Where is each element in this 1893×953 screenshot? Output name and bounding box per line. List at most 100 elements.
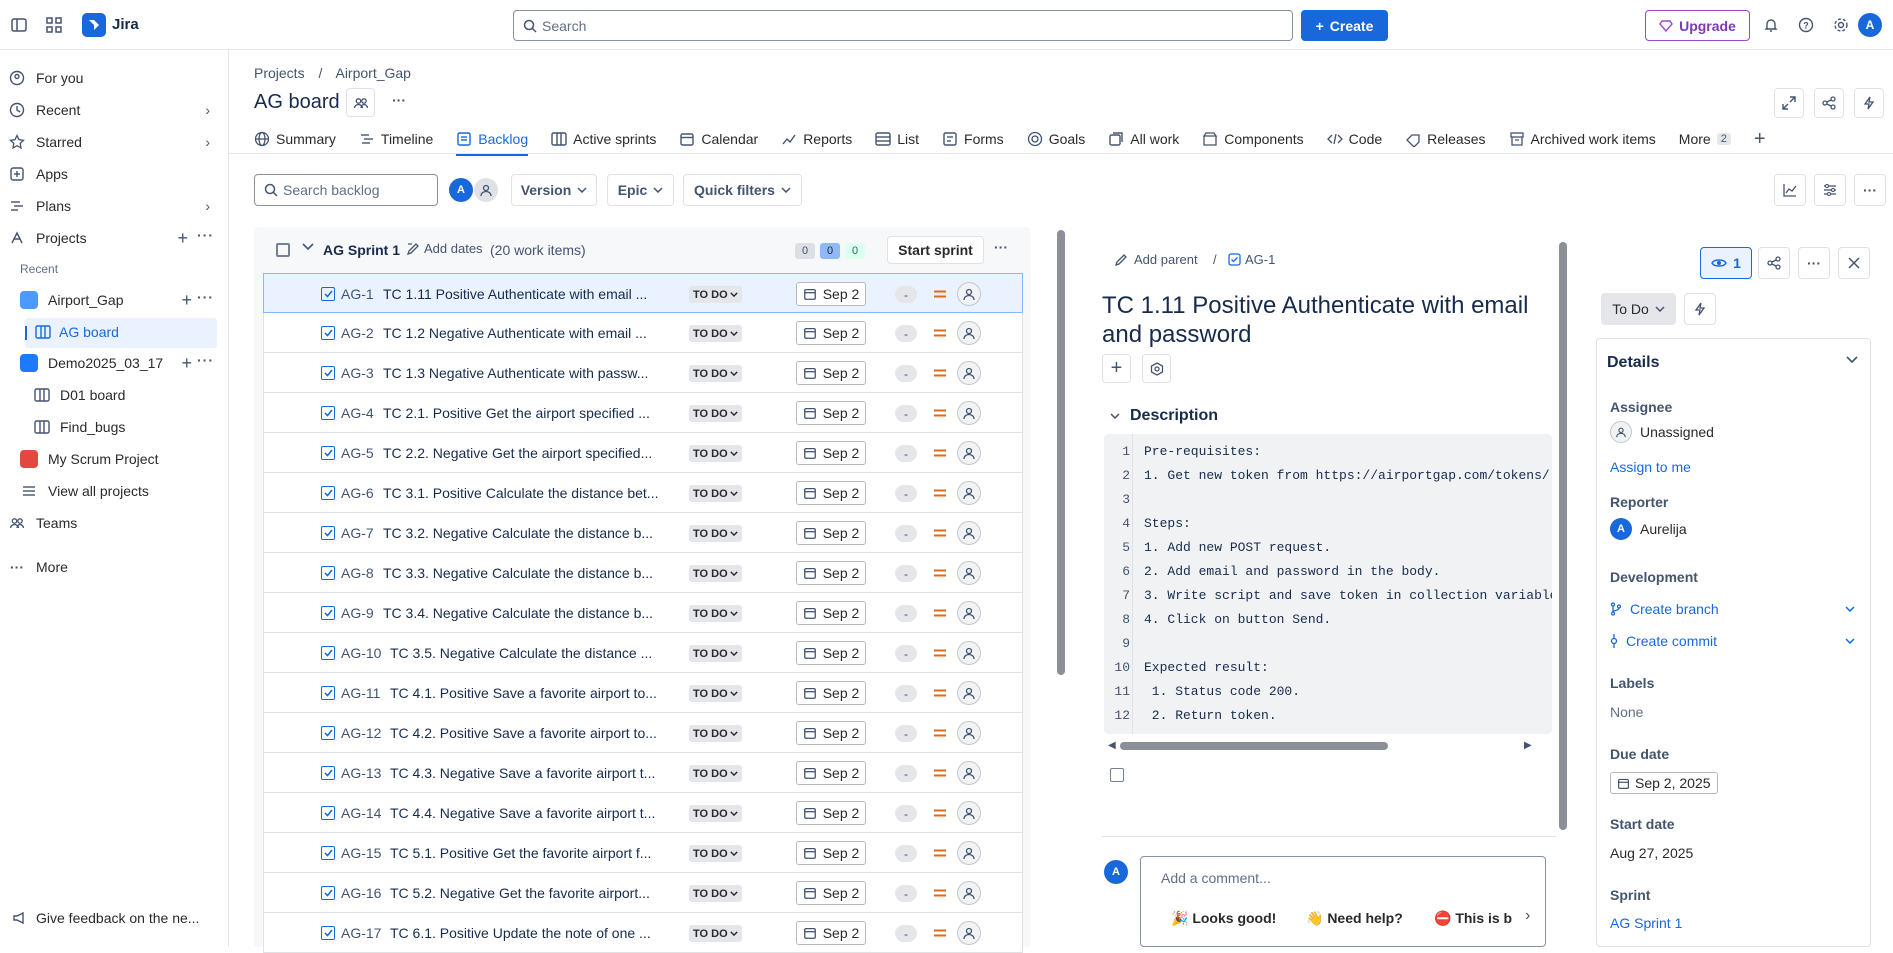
priority-medium-icon[interactable] (932, 765, 948, 781)
sidebar-item-projects[interactable]: Projects + ··· (8, 223, 218, 253)
table-row[interactable]: AG-3 TC 1.3 Negative Authenticate with pa… (263, 353, 1023, 393)
description-header[interactable]: Description (1110, 407, 1218, 425)
table-row[interactable]: AG-7 TC 3.2. Negative Calculate the dista… (263, 513, 1023, 553)
global-search[interactable] (513, 10, 1293, 41)
create-commit-link[interactable]: Create commit (1610, 633, 1855, 649)
share-button[interactable] (1758, 247, 1790, 279)
chevron-right-icon[interactable]: › (205, 198, 210, 214)
priority-medium-icon[interactable] (932, 845, 948, 861)
priority-medium-icon[interactable] (932, 685, 948, 701)
tab-list[interactable]: List (875, 126, 930, 152)
table-row[interactable]: AG-4 TC 2.1. Positive Get the airport spe… (263, 393, 1023, 433)
chevron-down-icon[interactable] (302, 243, 314, 251)
due-date-field[interactable]: Sep 2 (796, 761, 866, 785)
due-date-field[interactable]: Sep 2 (796, 401, 866, 425)
assignee-avatar[interactable] (957, 321, 981, 345)
add-dates-button[interactable]: Add dates (406, 241, 483, 256)
work-item-summary[interactable]: TC 3.3. Negative Calculate the distance … (383, 565, 653, 581)
tab-more[interactable]: More 2 (1679, 126, 1742, 152)
status-dropdown[interactable]: TO DO (689, 405, 742, 422)
estimate-badge[interactable]: - (895, 525, 917, 542)
due-date-field[interactable]: Sep 2 (796, 481, 866, 505)
tab-components[interactable]: Components (1202, 126, 1314, 152)
estimate-badge[interactable]: - (895, 805, 917, 822)
work-item-key-link[interactable]: AG-1 (1228, 252, 1275, 267)
search-input[interactable] (542, 11, 1282, 40)
start-sprint-button[interactable]: Start sprint (887, 236, 984, 264)
estimate-badge[interactable]: - (895, 405, 917, 422)
estimate-badge[interactable]: - (895, 286, 917, 303)
table-row[interactable]: AG-8 TC 3.3. Negative Calculate the dista… (263, 553, 1023, 593)
estimate-badge[interactable]: - (895, 605, 917, 622)
sidebar-project-demo2025[interactable]: Demo2025_03_17 + ··· (20, 348, 218, 378)
apps-button[interactable] (1142, 354, 1171, 383)
add-button[interactable]: + (1102, 354, 1131, 383)
plus-icon[interactable]: + (181, 290, 192, 311)
epic-filter[interactable]: Epic (607, 174, 674, 206)
estimate-badge[interactable]: - (895, 685, 917, 702)
priority-medium-icon[interactable] (932, 885, 948, 901)
sprint-select-checkbox[interactable] (276, 243, 290, 257)
assignee-avatar[interactable] (957, 441, 981, 465)
start-date-value[interactable]: Aug 27, 2025 (1610, 845, 1693, 861)
status-dropdown[interactable]: TO DO (689, 605, 742, 622)
due-date-field[interactable]: Sep 2 (796, 841, 866, 865)
assignee-avatar[interactable] (957, 681, 981, 705)
backlog-search[interactable] (254, 174, 438, 206)
tab-backlog[interactable]: Backlog (456, 126, 539, 156)
priority-medium-icon[interactable] (932, 485, 948, 501)
notifications-icon[interactable] (1760, 14, 1782, 36)
work-item-summary[interactable]: TC 5.2. Negative Get the favorite airpor… (390, 885, 650, 901)
app-switcher-icon[interactable] (43, 14, 65, 36)
status-dropdown[interactable]: To Do (1601, 293, 1676, 325)
status-dropdown[interactable]: TO DO (689, 645, 742, 662)
estimate-badge[interactable]: - (895, 365, 917, 382)
watch-button[interactable]: 1 (1700, 247, 1752, 279)
due-date-field[interactable]: Sep 2 (796, 881, 866, 905)
estimate-badge[interactable]: - (895, 725, 917, 742)
sidebar-item-for-you[interactable]: For you (8, 63, 218, 93)
sidebar-item-apps[interactable]: Apps (8, 159, 218, 189)
assign-to-me-link[interactable]: Assign to me (1610, 459, 1691, 475)
sidebar-item-more[interactable]: ··· More (8, 552, 218, 582)
table-row[interactable]: AG-14 TC 4.4. Negative Save a favorite ai… (263, 793, 1023, 833)
work-item-key[interactable]: AG-11 (341, 685, 380, 701)
sidebar-project-airport-gap[interactable]: Airport_Gap + ··· (20, 285, 218, 315)
code-horizontal-scrollbar[interactable] (1120, 742, 1388, 750)
sidebar-toggle-icon[interactable] (8, 14, 30, 36)
work-item-summary[interactable]: TC 3.1. Positive Calculate the distance … (383, 485, 658, 501)
work-item-key[interactable]: AG-14 (341, 805, 381, 821)
tab-forms[interactable]: Forms (942, 126, 1015, 152)
user-avatar[interactable]: A (1858, 13, 1882, 37)
assignee-avatar[interactable] (957, 721, 981, 745)
version-filter[interactable]: Version (511, 174, 597, 206)
priority-medium-icon[interactable] (932, 445, 948, 461)
estimate-badge[interactable]: - (895, 845, 917, 862)
table-row[interactable]: AG-15 TC 5.1. Positive Get the favorite a… (263, 833, 1023, 873)
tab-summary[interactable]: Summary (254, 126, 347, 152)
assignee-avatar[interactable] (957, 761, 981, 785)
breadcrumb-project[interactable]: Airport_Gap (335, 65, 410, 81)
more-icon[interactable]: ··· (197, 352, 214, 368)
automation-button[interactable] (1854, 88, 1884, 118)
work-item-key[interactable]: AG-16 (341, 885, 381, 901)
status-dropdown[interactable]: TO DO (689, 725, 742, 742)
comment-input[interactable] (1161, 865, 1531, 891)
table-row[interactable]: AG-1 TC 1.11 Positive Authenticate with e… (263, 273, 1023, 313)
work-item-key[interactable]: AG-5 (341, 445, 374, 461)
view-settings-button[interactable] (1814, 174, 1846, 206)
assignee-avatar[interactable] (957, 561, 981, 585)
priority-medium-icon[interactable] (932, 405, 948, 421)
sprint-more-icon[interactable]: ··· (994, 239, 1008, 255)
detail-scrollbar[interactable] (1559, 242, 1567, 830)
work-item-summary[interactable]: TC 1.11 Positive Authenticate with email… (383, 286, 647, 302)
work-item-title[interactable]: TC 1.11 Positive Authenticate with email… (1102, 291, 1552, 349)
action-item-checkbox[interactable] (1110, 768, 1124, 782)
priority-medium-icon[interactable] (932, 645, 948, 661)
work-item-key[interactable]: AG-7 (341, 525, 374, 541)
quick-reply-blocked[interactable]: ⛔ This is b (1434, 910, 1526, 927)
assignee-avatar[interactable] (957, 282, 981, 306)
assignee-avatar[interactable] (957, 481, 981, 505)
fullscreen-button[interactable] (1774, 88, 1804, 118)
tab-goals[interactable]: Goals (1027, 126, 1097, 152)
